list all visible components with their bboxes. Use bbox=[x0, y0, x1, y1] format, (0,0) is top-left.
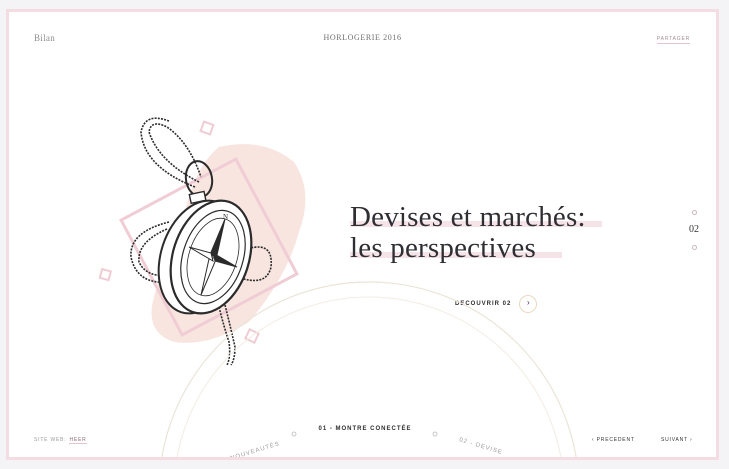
next-label: SUIVANT bbox=[661, 437, 688, 443]
wheel-label-right[interactable]: 02 - DEVISE bbox=[458, 437, 503, 456]
page-frame: Bilan HORLOGERIE 2016 PARTAGER N Devises… bbox=[6, 9, 719, 460]
previous-button[interactable]: ‹ PRECEDENT bbox=[592, 437, 635, 443]
wheel-dot-right bbox=[432, 431, 438, 437]
chevron-left-icon: ‹ bbox=[592, 437, 595, 443]
previous-label: PRECEDENT bbox=[596, 437, 635, 443]
wheel-label-left[interactable]: NOUVEAUTÉS bbox=[230, 440, 281, 460]
wheel-dot-left bbox=[291, 431, 297, 437]
headline-line-2: les perspectives bbox=[350, 232, 536, 264]
chevron-right-icon: › bbox=[690, 437, 693, 443]
next-button[interactable]: SUIVANT › bbox=[661, 437, 692, 443]
headline-line-1: Devises et marchés: bbox=[350, 201, 586, 233]
headline: Devises et marchés: les perspectives bbox=[350, 201, 602, 264]
wheel-label-center[interactable]: 01 - MONTRE CONECTÉE bbox=[318, 424, 411, 432]
